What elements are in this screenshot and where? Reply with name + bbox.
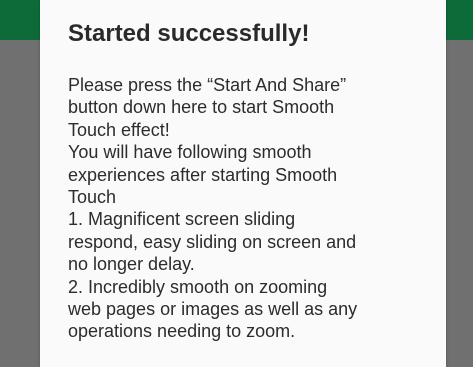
message-line: Touch effect! (68, 119, 170, 140)
message-line: web pages or images as well as any (68, 299, 358, 320)
message-line: 2. Incredibly smooth on zooming (68, 276, 328, 297)
message-line: Touch (68, 187, 117, 208)
app-bar-left-edge (0, 0, 40, 40)
message-line: You will have following smooth (68, 142, 312, 163)
message-line: respond, easy sliding on screen and (68, 231, 357, 252)
success-dialog: Started successfully! Please press the “… (40, 0, 446, 367)
message-line: button down here to start Smooth (68, 97, 335, 118)
app-bar-right-edge (446, 0, 473, 40)
screen: Started successfully! Please press the “… (0, 0, 473, 367)
message-line: no longer delay. (68, 254, 195, 275)
message-line: 1. Magnificent screen sliding (68, 209, 296, 230)
dialog-title: Started successfully! (68, 20, 310, 47)
message-line: experiences after starting Smooth (68, 164, 338, 185)
message-line: operations needing to zoom. (68, 321, 296, 342)
dialog-message[interactable]: Please press the “Start And Share” butto… (68, 74, 438, 343)
message-line: Please press the “Start And Share” (68, 75, 347, 95)
